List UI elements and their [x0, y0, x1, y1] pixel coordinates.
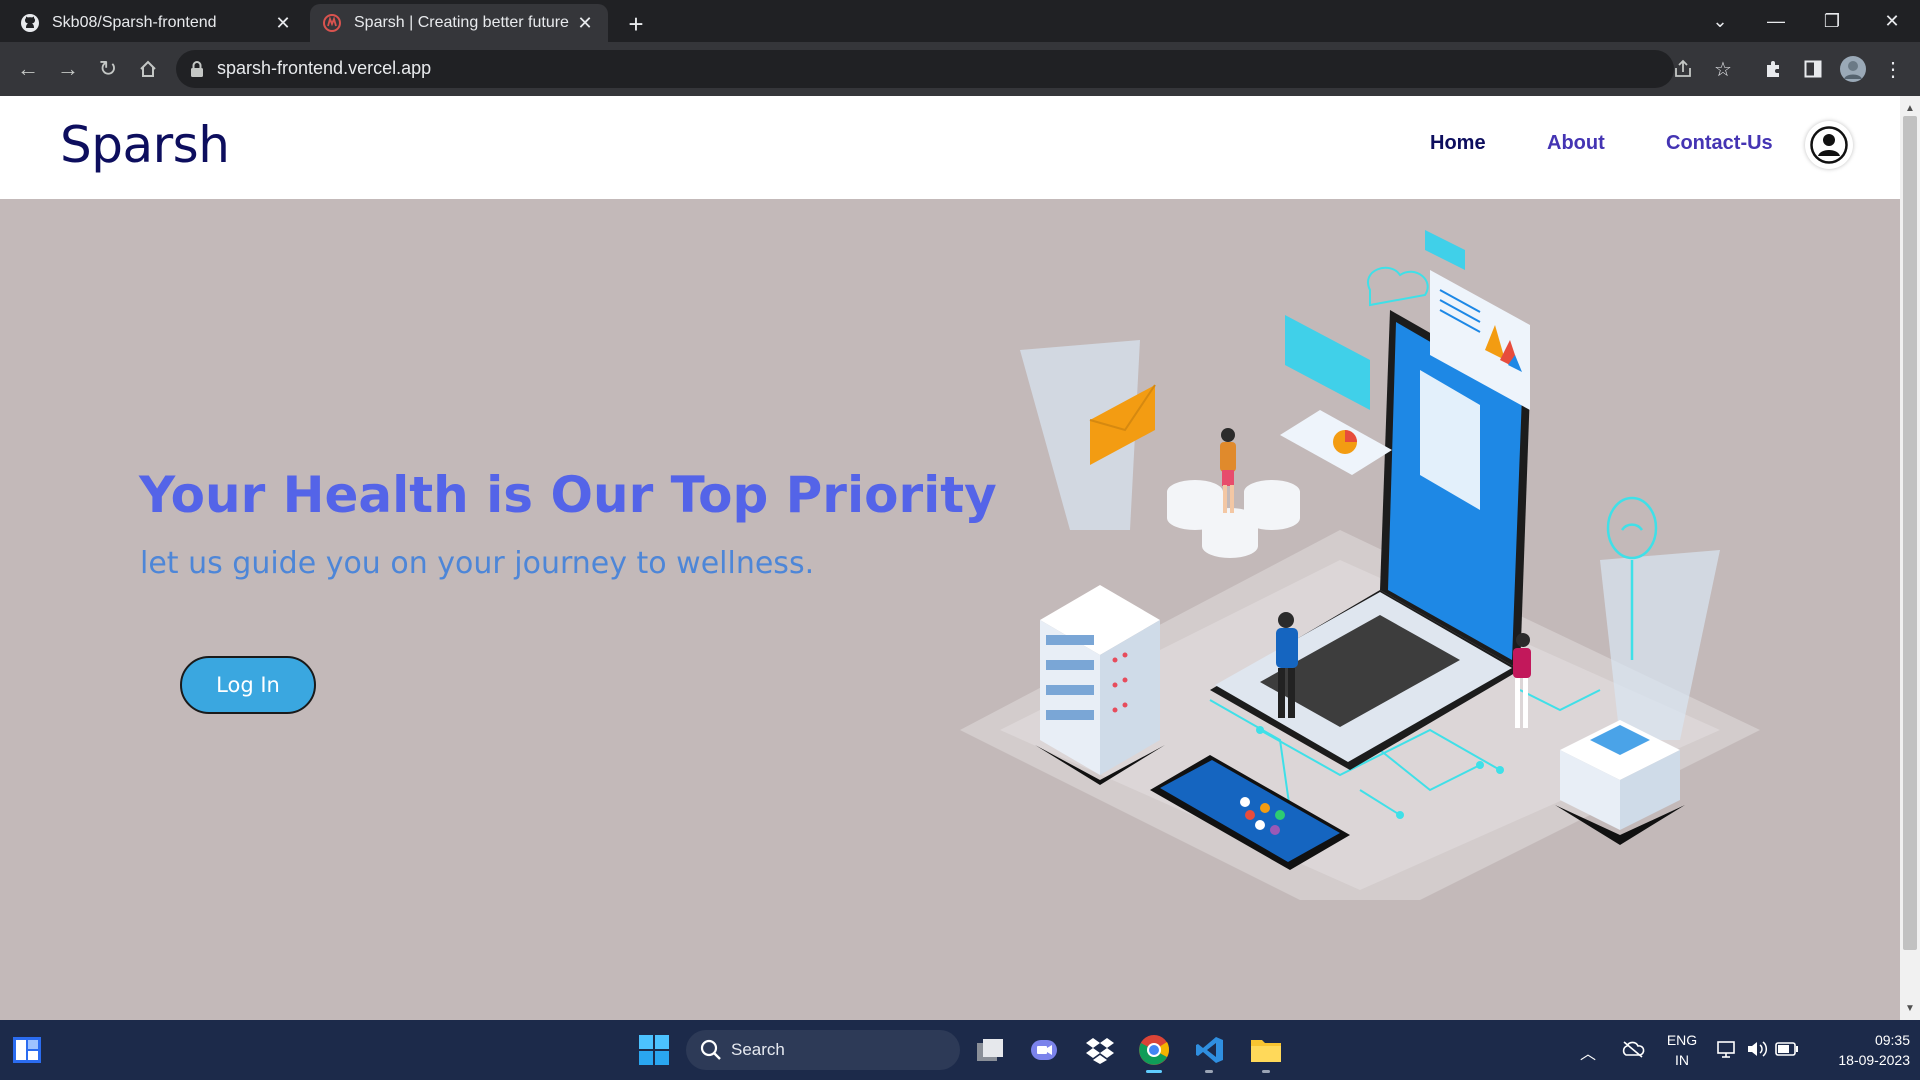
reload-icon[interactable]: ↻ — [92, 53, 124, 85]
vscode-running-indicator — [1205, 1070, 1213, 1073]
extensions-icon[interactable] — [1758, 54, 1788, 84]
volume-icon[interactable] — [1744, 1036, 1770, 1062]
hero-subtitle: let us guide you on your journey to well… — [140, 546, 815, 581]
close-tab-icon[interactable]: ✕ — [272, 12, 294, 34]
side-panel-icon[interactable] — [1798, 54, 1828, 84]
tab-title: Skb08/Sparsh-frontend — [52, 14, 217, 31]
bookmark-star-icon[interactable]: ☆ — [1708, 54, 1738, 84]
scrollbar-thumb[interactable] — [1903, 116, 1917, 950]
windows-start-icon[interactable] — [638, 1034, 670, 1066]
taskbar-search-box[interactable] — [686, 1030, 960, 1070]
hero-title: Your Health is Our Top Priority — [139, 466, 997, 524]
sparsh-favicon — [322, 13, 342, 33]
home-icon[interactable] — [132, 53, 164, 85]
tab-github[interactable]: Skb08/Sparsh-frontend ✕ — [8, 4, 306, 42]
explorer-running-indicator — [1262, 1070, 1270, 1073]
chrome-running-indicator — [1146, 1070, 1162, 1073]
close-tab-icon[interactable]: ✕ — [574, 12, 596, 34]
clock-date: 18-09-2023 — [1838, 1052, 1910, 1068]
tab-title: Sparsh | Creating better future — [354, 14, 569, 31]
search-icon — [700, 1039, 722, 1061]
vscode-icon[interactable] — [1192, 1032, 1228, 1068]
lang-region: IN — [1675, 1052, 1689, 1068]
onedrive-offline-icon[interactable] — [1620, 1036, 1646, 1062]
system-clock[interactable]: 09:35 18-09-2023 — [1810, 1030, 1910, 1070]
lock-icon[interactable] — [190, 60, 204, 78]
teams-chat-icon[interactable] — [1026, 1032, 1062, 1068]
menu-kebab-icon[interactable]: ⋮ — [1878, 54, 1908, 84]
floating-window — [1285, 315, 1370, 410]
widgets-icon[interactable] — [12, 1036, 42, 1064]
github-icon — [20, 13, 40, 33]
site-logo[interactable]: Sparsh — [60, 116, 230, 174]
close-window-button[interactable]: ✕ — [1864, 4, 1920, 38]
dropbox-icon[interactable] — [1082, 1032, 1118, 1068]
site-header: Sparsh Home About Contact-Us — [0, 96, 1900, 199]
language-indicator[interactable]: ENG IN — [1660, 1030, 1704, 1070]
login-button[interactable]: Log In — [180, 656, 316, 714]
scroll-down-arrow[interactable]: ▼ — [1900, 1000, 1920, 1016]
cloud-outline — [1367, 266, 1429, 307]
restore-button[interactable]: ❐ — [1804, 4, 1860, 38]
chevron-up-icon[interactable]: ︿ — [1580, 1040, 1596, 1064]
nav-contact-link[interactable]: Contact-Us — [1666, 132, 1773, 155]
task-view-icon[interactable] — [972, 1032, 1008, 1068]
profile-button[interactable] — [1805, 121, 1853, 169]
scroll-up-arrow[interactable]: ▲ — [1900, 100, 1920, 116]
nav-about-link[interactable]: About — [1547, 132, 1605, 155]
nav-home-link[interactable]: Home — [1430, 132, 1486, 155]
forward-arrow-icon[interactable]: → — [52, 53, 84, 85]
share-icon[interactable] — [1668, 54, 1698, 84]
battery-icon[interactable] — [1774, 1036, 1800, 1062]
tab-sparsh[interactable]: Sparsh | Creating better future ✕ — [310, 4, 608, 42]
back-arrow-icon[interactable]: ← — [12, 53, 44, 85]
network-icon[interactable] — [1714, 1036, 1740, 1062]
user-circle-icon — [1810, 126, 1848, 164]
search-placeholder: Search — [731, 1040, 785, 1059]
tab-search-icon[interactable]: ⌄ — [1692, 4, 1748, 38]
lang-code: ENG — [1666, 1032, 1698, 1048]
user-avatar[interactable] — [1838, 54, 1868, 84]
clock-time: 09:35 — [1874, 1032, 1910, 1048]
chrome-icon[interactable] — [1136, 1032, 1172, 1068]
url-text[interactable]: sparsh-frontend.vercel.app — [217, 58, 431, 79]
hero-illustration — [960, 230, 1760, 900]
file-explorer-icon[interactable] — [1248, 1032, 1284, 1068]
new-tab-button[interactable]: + — [620, 8, 652, 40]
minimize-button[interactable]: — — [1748, 4, 1804, 38]
